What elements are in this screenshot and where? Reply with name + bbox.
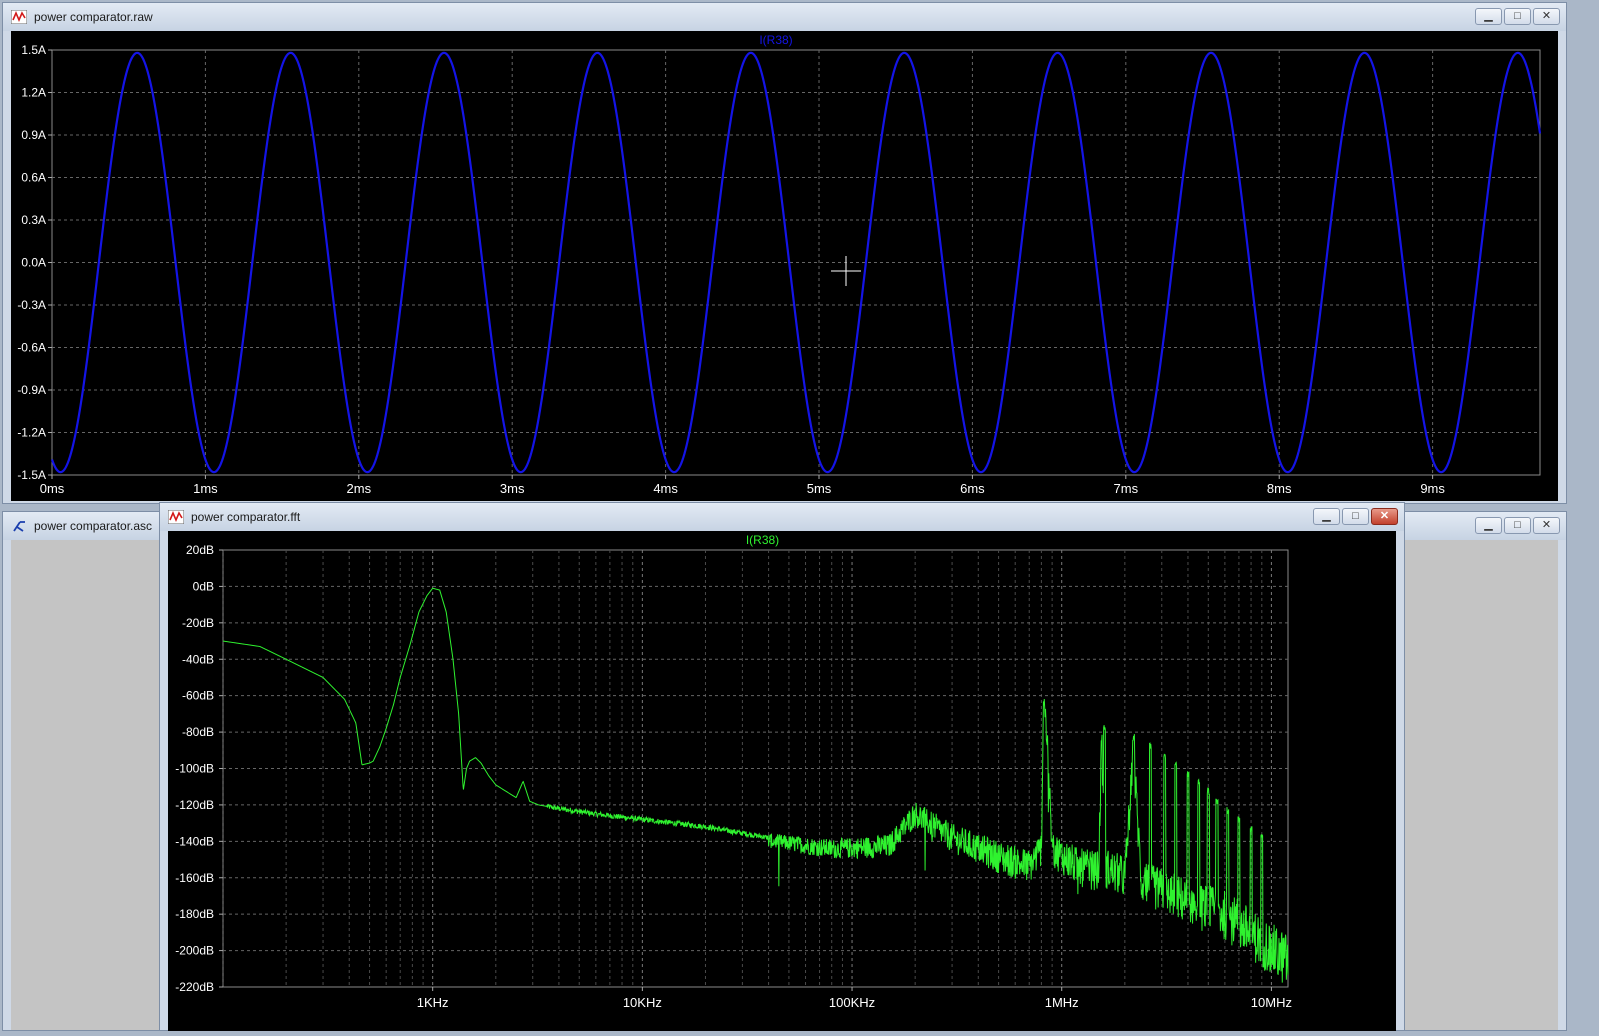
fft-window-controls: ▁ □ ✕ (1313, 508, 1398, 525)
x-tick-label: 4ms (653, 481, 678, 496)
maximize-button[interactable]: □ (1504, 8, 1531, 25)
raw-window-title: power comparator.raw (34, 10, 153, 24)
raw-window-controls: ▁ □ ✕ (1475, 8, 1560, 25)
x-tick-label: 3ms (500, 481, 525, 496)
close-icon: ✕ (1379, 510, 1390, 522)
y-tick-label: -100dB (175, 762, 214, 776)
raw-chart[interactable]: 1.5A 1.2A 0.9A 0.6A 0.3A 0.0A -0.3A -0.6A -0.9A -… (11, 31, 1558, 501)
minimize-icon: ▁ (1484, 519, 1493, 531)
x-tick-label: 100KHz (829, 995, 875, 1010)
minimize-button[interactable]: ▁ (1475, 517, 1502, 534)
waveform-icon (168, 510, 184, 524)
y-tick-label: -20dB (182, 616, 214, 630)
y-tick-label: 0.0A (21, 256, 46, 270)
close-button[interactable]: ✕ (1533, 517, 1560, 534)
x-tick-label: 8ms (1267, 481, 1292, 496)
y-tick-label: -0.6A (17, 341, 46, 355)
x-tick-label: 9ms (1420, 481, 1445, 496)
y-tick-label: -140dB (175, 834, 214, 848)
trace-label: I(R38) (759, 33, 792, 47)
minimize-icon: ▁ (1322, 510, 1331, 522)
maximize-icon: □ (1514, 10, 1521, 22)
x-tick-label: 10MHz (1251, 995, 1292, 1010)
plot-frame (222, 549, 1289, 988)
minimize-button[interactable]: ▁ (1475, 8, 1502, 25)
trace-label: I(R38) (746, 533, 779, 547)
fft-chart[interactable]: 20dB 0dB -20dB -40dB -60dB -80dB -100dB -120dB -… (168, 531, 1396, 1031)
y-tick-label: -180dB (175, 907, 214, 921)
waveform-icon (11, 10, 27, 24)
y-tick-label: 20dB (186, 543, 214, 557)
fft-window-title: power comparator.fft (191, 510, 301, 524)
x-tick-label: 5ms (807, 481, 832, 496)
y-tick-label: 1.2A (21, 86, 46, 100)
x-tick-label: 0ms (40, 481, 65, 496)
fft-plot-area[interactable]: 20dB 0dB -20dB -40dB -60dB -80dB -100dB -120dB -… (168, 531, 1396, 1031)
y-tick-label: 1.5A (21, 43, 46, 57)
raw-plot-area[interactable]: 1.5A 1.2A 0.9A 0.6A 0.3A 0.0A -0.3A -0.6A -0.9A -… (11, 31, 1558, 501)
x-tick-label: 1ms (193, 481, 218, 496)
maximize-button[interactable]: □ (1342, 508, 1369, 525)
maximize-icon: □ (1514, 519, 1521, 531)
y-tick-label: -60dB (182, 689, 214, 703)
y-tick-label: -80dB (182, 725, 214, 739)
close-button[interactable]: ✕ (1371, 508, 1398, 525)
y-tick-label: -1.5A (17, 468, 46, 482)
fft-window: power comparator.fft ▁ □ ✕ 20dB 0dB -20dB -… (159, 502, 1405, 1031)
x-tick-label: 1KHz (417, 995, 449, 1010)
minimize-button[interactable]: ▁ (1313, 508, 1340, 525)
x-tick-label: 10KHz (623, 995, 662, 1010)
y-tick-label: -40dB (182, 652, 214, 666)
x-tick-label: 6ms (960, 481, 985, 496)
asc-window-controls: ▁ □ ✕ (1475, 517, 1560, 534)
y-tick-label: -200dB (175, 944, 214, 958)
y-tick-label: -0.9A (17, 383, 46, 397)
minimize-icon: ▁ (1484, 10, 1493, 22)
raw-window: power comparator.raw ▁ □ ✕ 1.5A 1.2A 0.9A 0… (2, 2, 1567, 504)
y-tick-label: -220dB (175, 980, 214, 994)
x-tick-label: 1MHz (1045, 995, 1079, 1010)
y-tick-label: 0.6A (21, 171, 46, 185)
y-tick-label: -160dB (175, 871, 214, 885)
asc-window-title: power comparator.asc (34, 519, 153, 533)
y-tick-label: 0.3A (21, 213, 46, 227)
y-tick-label: -120dB (175, 798, 214, 812)
y-tick-label: 0dB (193, 579, 214, 593)
fft-titlebar[interactable]: power comparator.fft ▁ □ ✕ (160, 503, 1404, 531)
x-tick-label: 7ms (1114, 481, 1139, 496)
close-icon: ✕ (1541, 519, 1552, 531)
y-tick-label: -1.2A (17, 426, 46, 440)
y-tick-label: 0.9A (21, 128, 46, 142)
maximize-icon: □ (1352, 510, 1359, 522)
y-tick-label: -0.3A (17, 298, 46, 312)
close-button[interactable]: ✕ (1533, 8, 1560, 25)
spectrum-trace (222, 587, 1289, 983)
close-icon: ✕ (1541, 10, 1552, 22)
schematic-icon (13, 521, 25, 532)
maximize-button[interactable]: □ (1504, 517, 1531, 534)
x-tick-label: 2ms (347, 481, 372, 496)
raw-titlebar[interactable]: power comparator.raw ▁ □ ✕ (3, 3, 1566, 31)
